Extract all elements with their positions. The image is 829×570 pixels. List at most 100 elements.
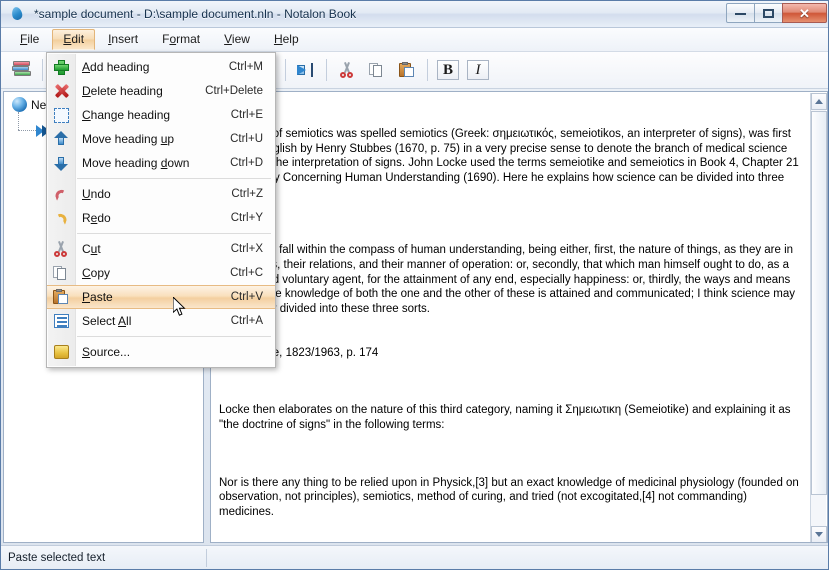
menu-item-source[interactable]: Source... (47, 340, 275, 364)
menu-item-cut[interactable]: Cut Ctrl+X (47, 237, 275, 261)
menu-item-copy[interactable]: Copy Ctrl+C (47, 261, 275, 285)
citation: —Locke, 1823/1963, p. 174 (237, 346, 379, 359)
menu-item-label: Source... (82, 345, 131, 359)
menu-item-label: Delete heading (82, 84, 163, 98)
menu-file[interactable]: File (9, 29, 50, 50)
toolbar-separator (42, 59, 43, 81)
menu-item-add-heading[interactable]: Add heading Ctrl+M (47, 55, 275, 79)
copy-icon (47, 262, 75, 284)
menu-item-accel: Ctrl+A (230, 315, 263, 327)
toolbar-separator (285, 59, 286, 81)
menu-item-accel: Ctrl+Z (231, 188, 263, 200)
menu-separator (47, 333, 275, 340)
library-books-button[interactable] (7, 55, 37, 85)
bold-button[interactable]: B (433, 55, 463, 85)
menu-view[interactable]: View (213, 29, 261, 50)
paste-icon (47, 286, 75, 308)
menu-item-label: Add heading (82, 60, 150, 74)
close-icon: ✕ (799, 5, 810, 21)
menu-item-label: Copy (82, 266, 111, 280)
menu-item-accel: Ctrl+Y (230, 212, 263, 224)
undo-icon (47, 183, 75, 205)
menu-item-accel: Ctrl+E (230, 109, 263, 121)
menu-item-label: Paste (82, 290, 113, 304)
menu-item-delete-heading[interactable]: Delete heading Ctrl+Delete (47, 79, 275, 103)
toolbar-cut-button[interactable] (332, 55, 362, 85)
bold-label: B (437, 60, 459, 80)
paragraph: The study of semiotics was spelled semio… (219, 128, 799, 198)
menu-item-label: Move heading up (82, 132, 175, 146)
scroll-thumb[interactable] (811, 111, 827, 495)
toolbar-separator (326, 59, 327, 81)
document-text[interactable]: The study of semiotics was spelled semio… (212, 93, 811, 541)
paragraph: All that can fall within the compass of … (219, 244, 799, 315)
cut-icon (339, 62, 355, 78)
move-heading-down-icon (47, 152, 75, 174)
toolbar-indent-button[interactable] (291, 55, 321, 85)
tree-connector (18, 112, 19, 130)
menu-item-accel: Ctrl+M (228, 61, 263, 73)
add-heading-icon (47, 56, 75, 78)
paste-icon (399, 62, 415, 78)
menu-item-label: Redo (82, 211, 111, 225)
close-button[interactable]: ✕ (782, 3, 827, 23)
window-title: *sample document - D:\sample document.nl… (34, 7, 357, 21)
select-all-icon (47, 310, 75, 332)
title-bar: *sample document - D:\sample document.nl… (1, 1, 828, 28)
indent-icon (297, 62, 315, 78)
source-icon (47, 341, 75, 363)
change-heading-icon (47, 104, 75, 126)
water-drop-icon (8, 5, 26, 23)
menu-item-change-heading[interactable]: Change heading Ctrl+E (47, 103, 275, 127)
status-text: Paste selected text (8, 551, 106, 564)
menu-item-accel: Ctrl+Delete (205, 85, 263, 97)
menu-item-undo[interactable]: Undo Ctrl+Z (47, 182, 275, 206)
toolbar-paste-button[interactable] (392, 55, 422, 85)
maximize-button[interactable] (754, 3, 783, 23)
cut-icon (47, 238, 75, 260)
toolbar-separator (427, 59, 428, 81)
move-heading-up-icon (47, 128, 75, 150)
status-bar: Paste selected text (1, 545, 828, 569)
menu-item-move-heading-up[interactable]: Move heading up Ctrl+U (47, 127, 275, 151)
menu-insert[interactable]: Insert (97, 29, 149, 50)
minimize-icon (735, 12, 746, 15)
menu-edit[interactable]: Edit (52, 29, 96, 50)
delete-heading-icon (47, 80, 75, 102)
copy-icon (369, 62, 385, 78)
menu-item-select-all[interactable]: Select All Ctrl+A (47, 309, 275, 333)
menu-item-accel: Ctrl+C (230, 267, 263, 279)
menu-item-paste[interactable]: Paste Ctrl+V (47, 285, 275, 309)
tree-connector (18, 130, 36, 131)
italic-button[interactable]: I (463, 55, 493, 85)
status-separator (206, 549, 207, 567)
paragraph: Nor is there any thing to be relied upon… (219, 476, 803, 518)
menu-bar: File Edit Insert Format View Help (1, 28, 828, 52)
menu-item-label: Undo (82, 187, 111, 201)
edit-dropdown-menu: Add heading Ctrl+M Delete heading Ctrl+D… (46, 52, 276, 368)
menu-item-label: Move heading down (82, 156, 190, 170)
redo-icon (47, 207, 75, 229)
paragraph: Locke then elaborates on the nature of t… (219, 404, 794, 431)
scroll-up-arrow[interactable] (811, 93, 827, 110)
menu-item-accel: Ctrl+D (230, 157, 263, 169)
menu-separator (47, 230, 275, 237)
menu-item-accel: Ctrl+X (230, 243, 263, 255)
menu-item-accel: Ctrl+U (230, 133, 263, 145)
scroll-down-arrow[interactable] (811, 526, 827, 542)
blue-sphere-icon (12, 97, 27, 112)
menu-item-label: Cut (82, 242, 101, 256)
menu-format[interactable]: Format (151, 29, 211, 50)
document-editor-panel[interactable]: The study of semiotics was spelled semio… (210, 91, 828, 543)
maximize-icon (763, 8, 774, 18)
menu-item-redo[interactable]: Redo Ctrl+Y (47, 206, 275, 230)
menu-item-label: Change heading (82, 108, 171, 122)
menu-separator (47, 175, 275, 182)
menu-item-move-heading-down[interactable]: Move heading down Ctrl+D (47, 151, 275, 175)
library-books-icon (11, 61, 33, 79)
vertical-scrollbar[interactable] (810, 93, 827, 542)
menu-item-label: Select All (82, 314, 132, 328)
menu-help[interactable]: Help (263, 29, 310, 50)
toolbar-copy-button[interactable] (362, 55, 392, 85)
minimize-button[interactable] (726, 3, 755, 23)
